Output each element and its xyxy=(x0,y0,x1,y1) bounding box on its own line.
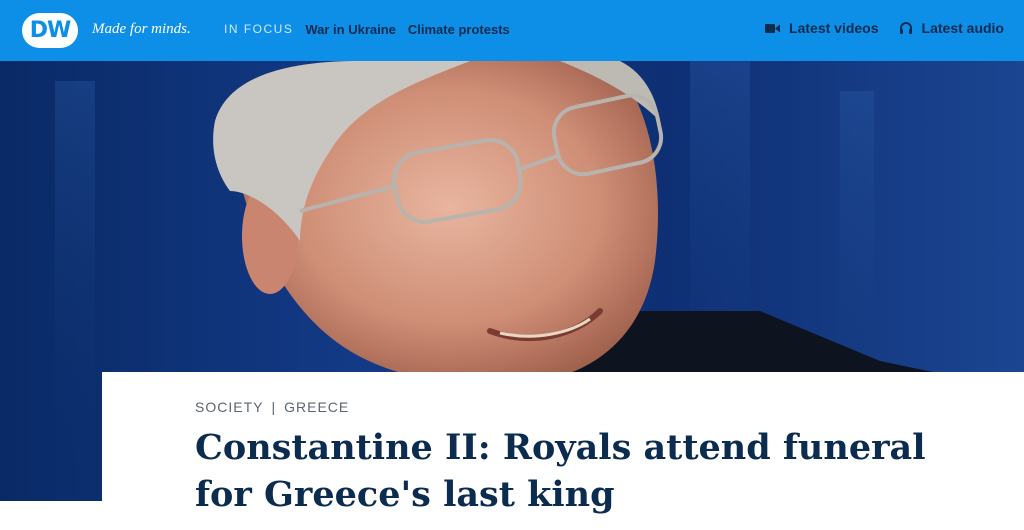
latest-audio-link[interactable]: Latest audio xyxy=(899,20,1004,36)
latest-audio-label: Latest audio xyxy=(921,20,1004,36)
focus-navigation: IN FOCUS War in Ukraine Climate protests xyxy=(224,22,510,37)
headphones-icon xyxy=(899,22,912,34)
latest-videos-link[interactable]: Latest videos xyxy=(765,20,879,36)
video-camera-icon xyxy=(765,23,781,33)
article-kicker: SOCIETY | GREECE xyxy=(195,399,349,415)
article-headline: Constantine II: Royals attend funeral fo… xyxy=(195,427,926,515)
category-link-greece[interactable]: GREECE xyxy=(284,399,349,415)
in-focus-label: IN FOCUS xyxy=(224,22,294,36)
nav-link-war-in-ukraine[interactable]: War in Ukraine xyxy=(305,22,396,37)
top-navigation-bar: DW Made for minds. IN FOCUS War in Ukrai… xyxy=(0,0,1024,61)
article-header-card: SOCIETY | GREECE Constantine II: Royals … xyxy=(102,372,1024,530)
kicker-separator: | xyxy=(271,399,277,415)
nav-link-climate-protests[interactable]: Climate protests xyxy=(408,22,510,37)
dw-logo[interactable]: DW xyxy=(22,13,78,48)
category-link-society[interactable]: SOCIETY xyxy=(195,399,263,415)
latest-videos-label: Latest videos xyxy=(789,20,879,36)
media-links: Latest videos Latest audio xyxy=(765,20,1004,36)
brand-tagline: Made for minds. xyxy=(92,21,191,37)
